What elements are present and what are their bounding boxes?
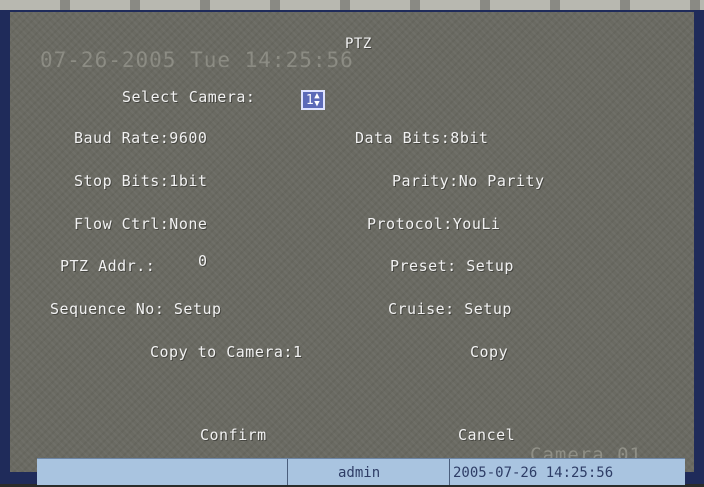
status-user-cell: admin (287, 459, 450, 485)
baud-rate-field[interactable]: Baud Rate:9600 (74, 129, 207, 147)
osd-datetime: 07-26-2005 Tue 14:25:56 (40, 48, 354, 72)
top-strip (0, 0, 704, 10)
ptz-addr-label: PTZ Addr.: (60, 257, 156, 275)
stop-bits-field[interactable]: Stop Bits:1bit (74, 172, 207, 190)
cruise-setup-button[interactable]: Cruise: Setup (388, 300, 512, 318)
confirm-button[interactable]: Confirm (200, 426, 267, 444)
select-camera-label: Select Camera: (122, 88, 256, 106)
status-datetime-cell: 2005-07-26 14:25:56 (449, 459, 686, 485)
camera-spinner[interactable]: 1 ▲ ▼ (301, 90, 325, 110)
ptz-addr-input[interactable]: 0 (198, 252, 208, 270)
preset-setup-button[interactable]: Preset: Setup (390, 257, 514, 275)
sequence-setup-button[interactable]: Sequence No: Setup (50, 300, 222, 318)
status-user: admin (338, 465, 381, 481)
parity-field[interactable]: Parity:No Parity (392, 172, 545, 190)
cancel-button[interactable]: Cancel (458, 426, 515, 444)
protocol-field[interactable]: Protocol:YouLi (367, 215, 500, 233)
up-down-arrows-icon: ▲ ▼ (314, 91, 321, 109)
status-bar: admin 2005-07-26 14:25:56 (37, 458, 685, 485)
data-bits-field[interactable]: Data Bits:8bit (355, 129, 488, 147)
camera-spinner-value: 1 (305, 92, 315, 108)
copy-to-camera-field[interactable]: Copy to Camera:1 (150, 343, 303, 361)
flow-ctrl-field[interactable]: Flow Ctrl:None (74, 215, 207, 233)
ptz-settings-panel: 07-26-2005 Tue 14:25:56 PTZ Select Camer… (10, 12, 694, 472)
copy-button[interactable]: Copy (470, 343, 508, 361)
status-datetime: 2005-07-26 14:25:56 (453, 465, 614, 481)
page-title: PTZ (345, 36, 372, 52)
